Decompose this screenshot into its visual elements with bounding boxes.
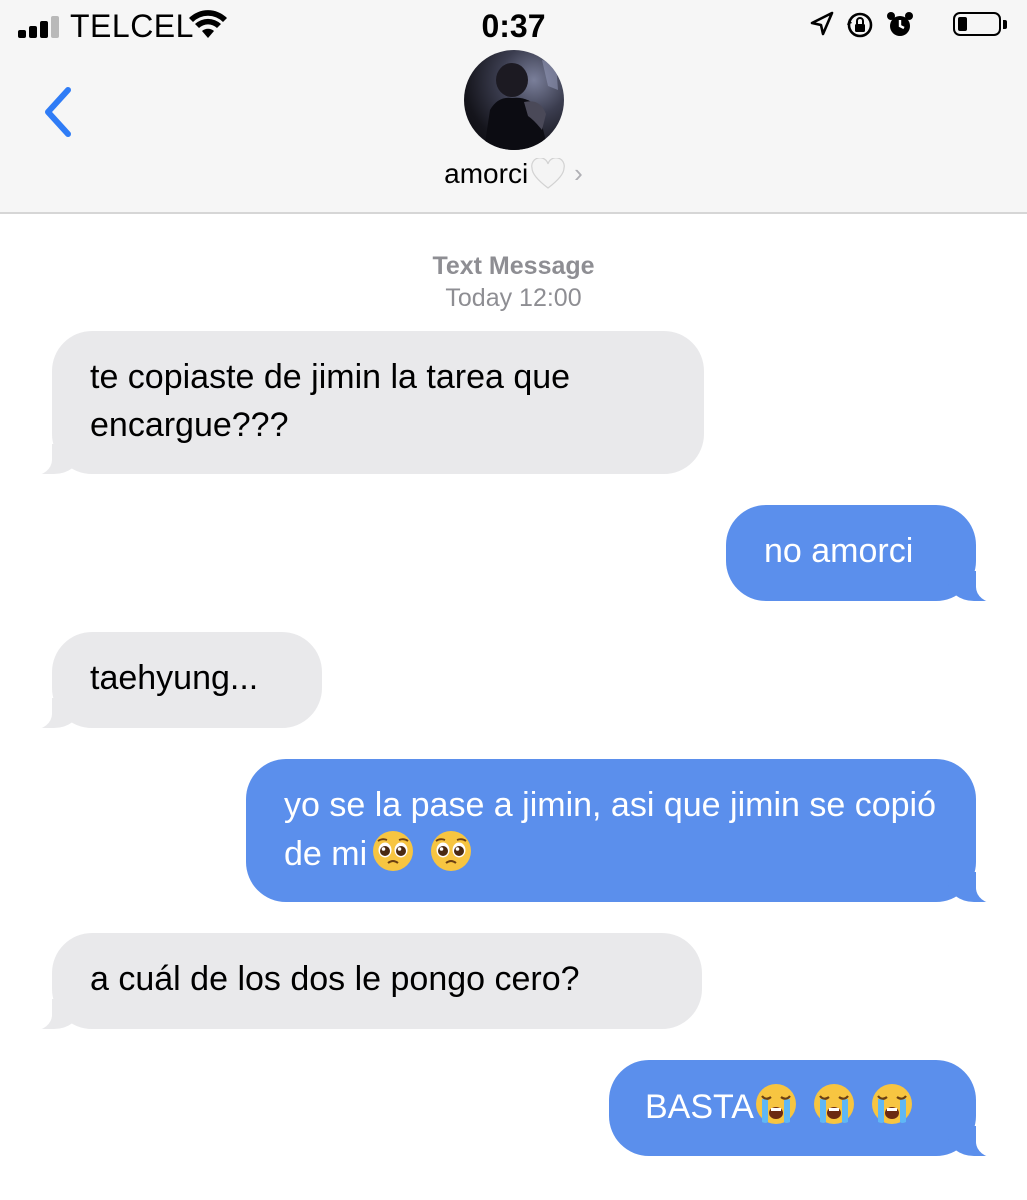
message-type-label: Text Message <box>432 252 595 280</box>
message-bubble-incoming[interactable]: taehyung... <box>22 632 322 730</box>
pleading-face-icon <box>373 831 414 871</box>
back-button[interactable] <box>36 82 86 142</box>
message-bubble-incoming[interactable]: te copiaste de jimin la tarea que encarg… <box>22 331 704 476</box>
pleading-face-icon <box>431 831 472 871</box>
white-heart-icon <box>531 157 566 189</box>
rotation-lock-icon <box>847 12 873 38</box>
contact-name: amorci <box>444 157 529 189</box>
chevron-left-icon <box>45 87 71 137</box>
crying-face-icon <box>813 1084 854 1124</box>
message-bubble-outgoing[interactable]: no amorci <box>726 505 1006 603</box>
message-bubble-incoming[interactable]: a cuál de los dos le pongo cero? <box>22 933 702 1031</box>
message-text: a cuál de los dos le pongo cero? <box>90 960 580 998</box>
contact-avatar[interactable] <box>464 50 564 150</box>
alarm-icon <box>887 12 913 36</box>
conversation-meta: Text Message Today 12:00 <box>0 250 1027 314</box>
chevron-right-icon: › <box>574 158 583 189</box>
avatar-photo <box>484 60 558 150</box>
crying-face-icon <box>871 1084 912 1124</box>
message-text: taehyung... <box>90 659 259 697</box>
status-bar: TELCEL 0:37 <box>0 0 1027 52</box>
message-text: no amorci <box>764 532 914 570</box>
message-bubble-outgoing[interactable]: yo se la pase a jimin, asi que jimin se … <box>246 759 1006 904</box>
message-timestamp: Today 12:00 <box>445 284 582 312</box>
messages-screen: TELCEL 0:37 amorci › Text Message Today … <box>0 0 1027 1200</box>
conversation-header: TELCEL 0:37 amorci › <box>0 0 1027 214</box>
battery-icon <box>953 12 1009 38</box>
message-text: BASTA <box>645 1088 754 1126</box>
message-text: te copiaste de jimin la tarea que encarg… <box>90 358 571 444</box>
crying-face-icon <box>755 1084 796 1124</box>
contact-details-button[interactable]: amorci › <box>0 156 1027 190</box>
location-icon <box>810 11 834 36</box>
message-bubble-outgoing[interactable]: BASTA <box>609 1060 1006 1158</box>
status-icons <box>809 10 1009 42</box>
